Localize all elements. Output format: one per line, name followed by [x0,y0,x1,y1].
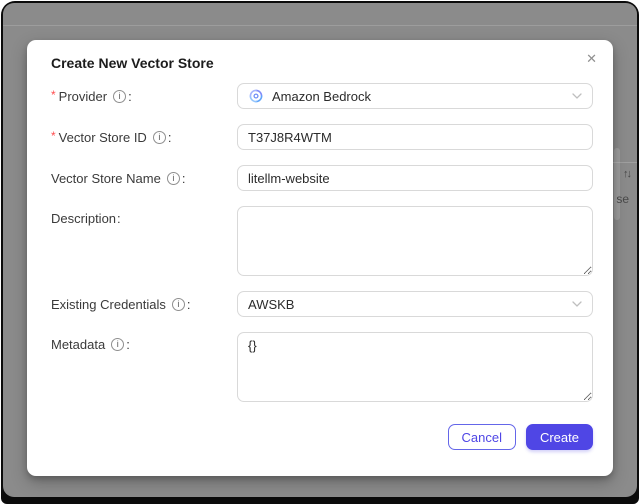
colon: : [126,337,130,352]
existing-credentials-label-text: Existing Credentials [51,296,166,312]
provider-select-value: Amazon Bedrock [272,88,371,104]
bedrock-swirl-icon [248,88,264,104]
description-textarea[interactable] [237,206,593,276]
info-icon[interactable]: i [171,297,185,311]
colon: : [186,296,191,312]
field-row-vector-store-id: * Vector Store ID i: [51,124,593,150]
vector-store-id-label-text: Vector Store ID [58,129,147,145]
field-row-description: Description: [51,206,593,276]
vector-store-id-input[interactable] [237,124,593,150]
field-row-provider: * Provider i: Amazon Bedrock [51,83,593,109]
colon: : [117,211,121,226]
provider-label-text: Provider [58,88,108,104]
info-icon[interactable]: i [166,171,180,185]
info-icon[interactable]: i [152,130,166,144]
required-marker: * [51,129,56,143]
vector-store-name-label: Vector Store Name i: [51,171,237,186]
info-icon[interactable]: i [113,89,127,103]
colon: : [128,88,132,104]
create-vector-store-modal: ✕ Create New Vector Store * Provider i: Am… [27,40,613,476]
existing-credentials-select[interactable]: AWSKB [237,291,593,317]
field-row-vector-store-name: Vector Store Name i: [51,165,593,191]
background-header-divider [3,25,637,26]
background-table-line [609,162,637,163]
close-icon[interactable]: ✕ [586,52,597,65]
existing-credentials-label: Existing Credentials i: [51,297,237,312]
field-row-existing-credentials: Existing Credentials i: AWSKB [51,291,593,317]
provider-label: * Provider i: [51,88,237,104]
vector-store-name-label-text: Vector Store Name [51,170,161,186]
field-row-metadata: Metadata i: {} [51,332,593,402]
colon: : [167,129,172,145]
required-marker: * [51,88,56,102]
chevron-down-icon [572,93,582,99]
vector-store-id-label: * Vector Store ID i: [51,129,237,145]
modal-body: * Provider i: Amazon Bedrock * Vector St… [27,71,613,450]
description-label-text: Description [51,211,117,226]
metadata-label-text: Metadata [51,337,106,352]
sort-icon: ↑↓ [623,168,632,180]
chevron-down-icon [572,301,582,307]
metadata-label: Metadata i: [51,332,237,352]
metadata-textarea[interactable]: {} [237,332,593,402]
create-button[interactable]: Create [525,424,593,450]
modal-title: Create New Vector Store [51,55,214,71]
cancel-button[interactable]: Cancel [447,424,516,450]
provider-select[interactable]: Amazon Bedrock [237,83,593,109]
background-clipped-text: se [616,192,629,206]
modal-footer: Cancel Create [51,424,593,450]
background-panel-edge [614,148,620,220]
existing-credentials-select-value: AWSKB [248,296,295,312]
colon: : [181,170,186,186]
vector-store-name-input[interactable] [237,165,593,191]
info-icon[interactable]: i [111,338,125,351]
description-label: Description: [51,206,237,226]
